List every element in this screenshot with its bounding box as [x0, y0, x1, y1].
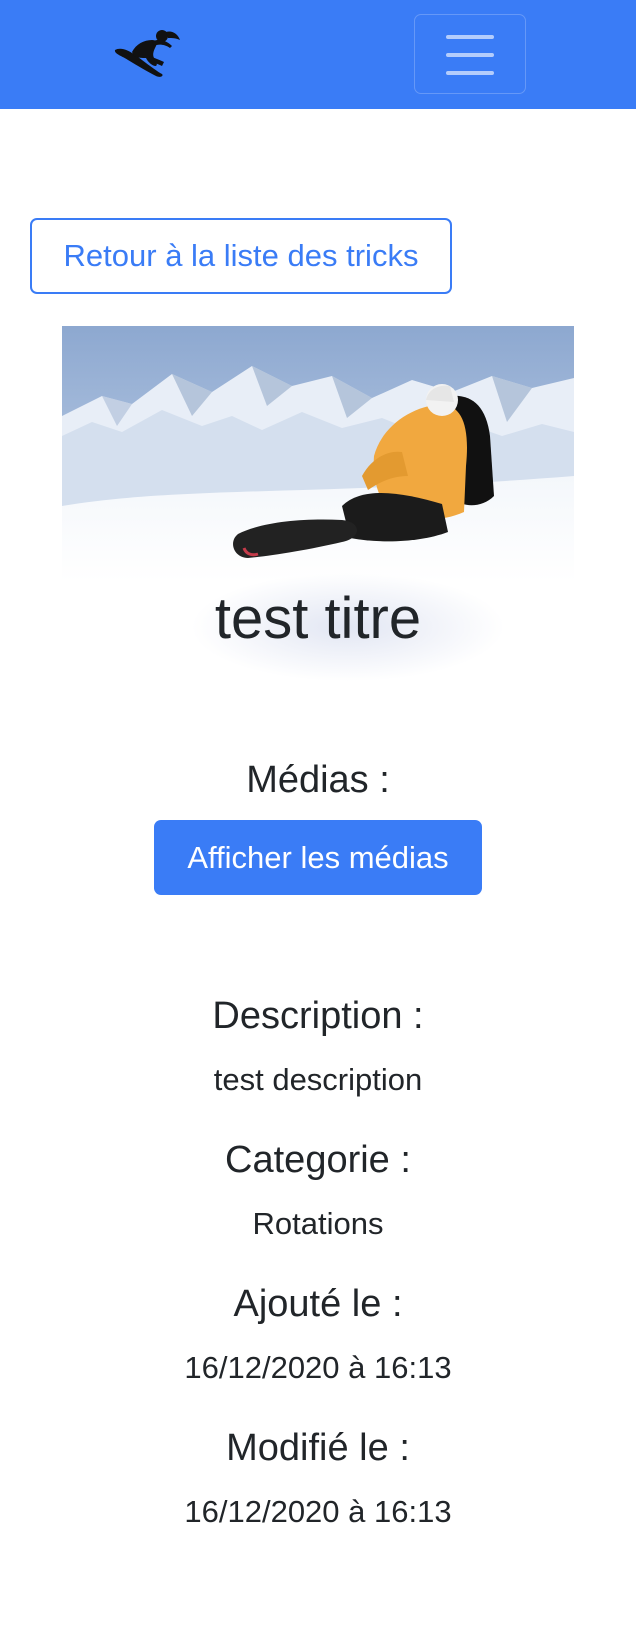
category-value: Rotations — [252, 1206, 384, 1241]
snowboarder-icon[interactable] — [112, 26, 184, 82]
modified-value: 16/12/2020 à 16:13 — [184, 1494, 452, 1529]
back-to-list-button[interactable]: Retour à la liste des tricks — [30, 218, 452, 294]
show-media-button[interactable]: Afficher les médias — [154, 820, 482, 895]
created-value: 16/12/2020 à 16:13 — [184, 1350, 452, 1385]
trick-image — [62, 326, 574, 582]
trick-title: test titre — [214, 586, 422, 651]
hamburger-icon — [446, 35, 494, 39]
hamburger-icon-line — [446, 53, 494, 57]
modified-heading: Modifié le : — [226, 1427, 410, 1469]
created-heading: Ajouté le : — [233, 1283, 403, 1325]
menu-toggle-button[interactable] — [414, 14, 526, 94]
hamburger-icon-line — [446, 71, 494, 75]
media-heading: Médias : — [246, 759, 390, 801]
description-value: test description — [213, 1062, 423, 1097]
navbar — [0, 0, 636, 109]
description-heading: Description : — [212, 995, 424, 1037]
category-heading: Categorie : — [225, 1139, 411, 1181]
